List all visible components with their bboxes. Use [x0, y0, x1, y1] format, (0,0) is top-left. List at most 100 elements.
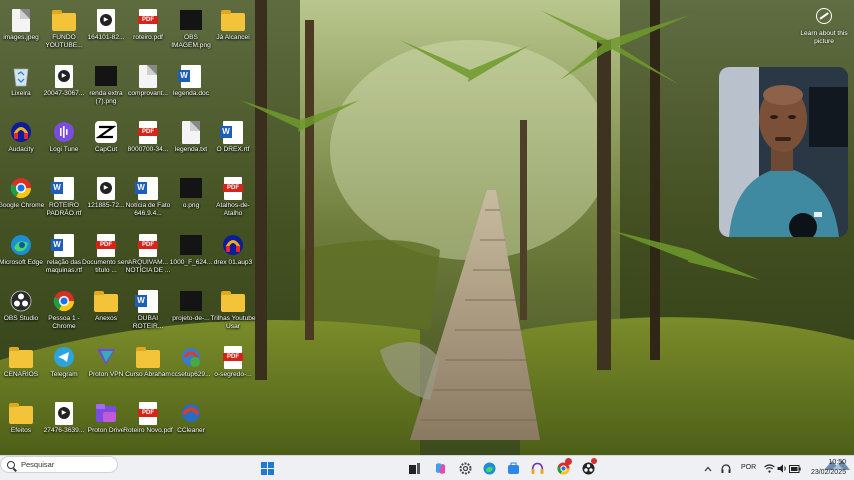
- logi-tune-icon: [52, 120, 76, 144]
- taskbar-copilot[interactable]: [432, 460, 448, 477]
- desktop-icon[interactable]: CCleaner: [165, 397, 217, 453]
- folder-icon: [52, 8, 76, 32]
- taskbar-obs[interactable]: [580, 458, 597, 477]
- image-file-icon: [179, 289, 203, 313]
- desktop-icon-label: Trilhas Youtube Usar: [210, 315, 256, 330]
- settings-icon: [459, 462, 471, 475]
- search-placeholder: Pesquisar: [21, 460, 55, 469]
- task-view-icon: [408, 463, 420, 474]
- pdf-icon: PDF: [136, 8, 160, 32]
- desktop-icon-label: o-segredo-...: [214, 371, 252, 378]
- store-icon: [507, 462, 519, 474]
- recycle-bin-icon: [9, 64, 33, 88]
- desktop-icon[interactable]: PDF o-segredo-...: [207, 341, 259, 397]
- taskbar-store[interactable]: [505, 460, 521, 477]
- pdf-icon: PDF: [221, 176, 245, 200]
- task-view-button[interactable]: [406, 460, 422, 477]
- image-file-icon: [179, 8, 203, 32]
- compass-icon: [816, 8, 832, 24]
- ccleaner-setup-icon: [179, 345, 203, 369]
- chrome-icon: [9, 176, 33, 200]
- chevron-up-icon: [704, 466, 712, 471]
- edge-icon: [483, 462, 495, 475]
- video-file-icon: [94, 8, 118, 32]
- word-doc-icon: W: [220, 120, 245, 144]
- desktop-icon[interactable]: W O DREX.rtf: [207, 116, 259, 172]
- wifi-tray[interactable]: [763, 460, 775, 477]
- pdf-icon: PDF: [136, 120, 160, 144]
- headset-tray-icon: [721, 463, 731, 473]
- image-file-icon: [179, 233, 203, 257]
- word-doc-icon: W: [51, 233, 76, 257]
- notification-badge: [565, 458, 572, 465]
- battery-tray[interactable]: [789, 460, 801, 477]
- image-file-icon: [94, 64, 118, 88]
- clock-time: 10:50: [828, 459, 846, 466]
- ccleaner-icon: [179, 401, 203, 425]
- desktop-icon-label: legenda.doc: [173, 90, 209, 97]
- video-file-icon: [52, 401, 76, 425]
- text-file-icon: [179, 120, 203, 144]
- folder-icon: [221, 289, 245, 313]
- audacity-icon: [9, 120, 33, 144]
- telegram-icon: [52, 345, 76, 369]
- word-doc-icon: W: [51, 176, 76, 200]
- desktop-icon[interactable]: Wlegenda.doc: [165, 60, 217, 116]
- taskbar-search-box[interactable]: Pesquisar: [0, 456, 850, 473]
- folder-icon: [221, 8, 245, 32]
- desktop-icon-grid: images.jpegFUNDO YOUTUBE...164101-82...P…: [0, 0, 260, 450]
- word-doc-icon: W: [135, 176, 160, 200]
- desktop-icon-label: CCleaner: [177, 427, 205, 434]
- video-file-icon: [94, 176, 118, 200]
- show-hidden-icons-button[interactable]: [702, 460, 714, 477]
- obs-recording-dot: [591, 458, 597, 464]
- headphones-icon: [531, 462, 543, 474]
- windows-logo-icon: [260, 462, 274, 475]
- taskbar-edge[interactable]: [481, 460, 497, 477]
- desktop-icon[interactable]: drex 01.aup3: [207, 229, 259, 285]
- video-file-icon: [52, 64, 76, 88]
- taskbar-settings[interactable]: [457, 460, 473, 477]
- pdf-icon: PDF: [136, 401, 160, 425]
- folder-icon: [136, 345, 160, 369]
- wifi-icon: [763, 464, 775, 473]
- pdf-icon: PDF: [221, 345, 245, 369]
- webcam-overlay: [719, 67, 848, 237]
- taskbar-clock[interactable]: 10:50 23/02/2025: [806, 458, 846, 478]
- image-file-icon: [179, 176, 203, 200]
- chrome-icon: [52, 289, 76, 313]
- start-button[interactable]: [258, 460, 276, 477]
- taskbar: Pesquisar POR 10:50 23/02/2025: [0, 455, 854, 480]
- word-doc-icon: W: [135, 289, 160, 313]
- pdf-icon: PDF: [94, 233, 118, 257]
- audacity-icon: [221, 233, 245, 257]
- blank-file-icon: [9, 8, 33, 32]
- desktop-icon-label: Já Alcancei: [216, 34, 250, 41]
- speaker-icon: [777, 464, 786, 473]
- desktop-icon[interactable]: PDF Atalhos-de-Atalho: [207, 172, 259, 228]
- capcut-icon: [94, 120, 118, 144]
- folder-icon: [9, 401, 33, 425]
- edge-icon: [9, 233, 33, 257]
- battery-icon: [789, 464, 801, 473]
- learn-about-picture-widget[interactable]: Learn about this picture: [800, 4, 848, 52]
- volume-tray[interactable]: [776, 460, 788, 477]
- text-file-icon: [136, 64, 160, 88]
- language-indicator[interactable]: POR: [741, 464, 756, 471]
- clock-date: 23/02/2025: [810, 469, 846, 476]
- desktop-icon-label: Atalhos-de-Atalho: [216, 202, 250, 217]
- desktop-icon[interactable]: Já Alcancei: [207, 4, 259, 60]
- folder-icon: [94, 289, 118, 313]
- copilot-icon: [435, 463, 445, 474]
- desktop-icon-label: O DREX.rtf: [216, 146, 250, 153]
- word-doc-icon: W: [178, 64, 203, 88]
- desktop-icon[interactable]: Trilhas Youtube Usar: [207, 285, 259, 341]
- taskbar-headphones-app[interactable]: [529, 460, 545, 477]
- learn-about-picture-label: Learn about this picture: [800, 30, 848, 45]
- proton-drive-icon: [94, 401, 118, 425]
- taskbar-chrome[interactable]: [555, 458, 572, 477]
- folder-icon: [9, 345, 33, 369]
- proton-vpn-icon: [94, 345, 118, 369]
- taskbar-headset-tray[interactable]: [720, 460, 732, 477]
- search-icon: [7, 460, 15, 469]
